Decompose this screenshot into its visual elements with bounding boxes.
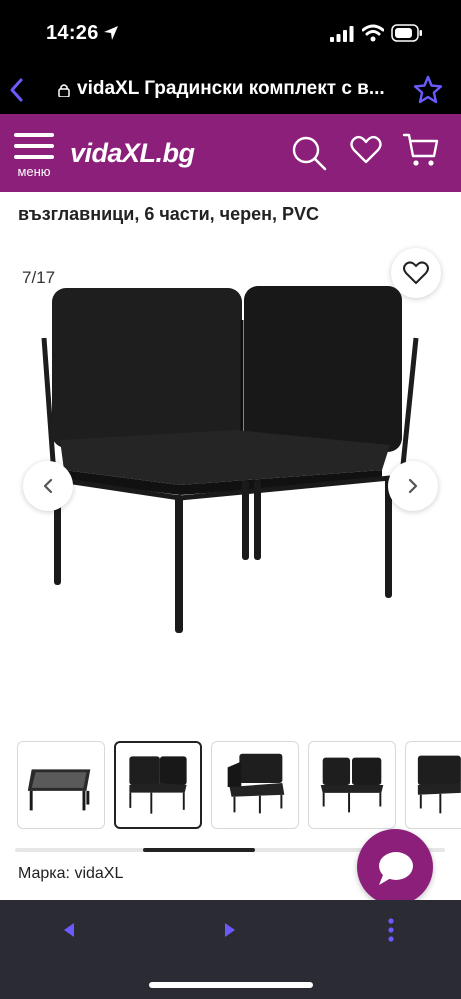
table-thumbnail-image: [27, 769, 91, 811]
location-arrow-icon: [104, 26, 118, 40]
chair-side-thumbnail-image: [227, 753, 285, 814]
forward-triangle-icon[interactable]: [223, 921, 237, 939]
wifi-icon: [362, 24, 384, 42]
battery-icon: [391, 24, 422, 42]
chair-partial-thumbnail-image: [417, 755, 461, 814]
thumbnail-corner-chair-back[interactable]: [308, 741, 396, 829]
lock-icon: [58, 84, 70, 97]
site-header: меню vidaXL.bg: [0, 114, 461, 192]
page: 14:26 vidaXL Градински комплект с в... м…: [0, 0, 461, 999]
search-icon[interactable]: [290, 134, 328, 172]
home-indicator: [149, 982, 313, 988]
browser-address-bar: vidaXL Градински комплект с в...: [0, 66, 461, 114]
thumbnail-corner-chair-side[interactable]: [211, 741, 299, 829]
status-time: 14:26: [46, 22, 99, 44]
thumbnail-corner-chair[interactable]: [114, 741, 202, 829]
status-bar: 14:26: [0, 0, 461, 66]
cellular-signal-icon: [330, 26, 354, 42]
back-triangle-icon[interactable]: [62, 921, 76, 939]
chair-back-thumbnail-image: [320, 757, 384, 813]
page-url-title[interactable]: vidaXL Градински комплект с в...: [77, 78, 399, 100]
thumbnail-table[interactable]: [17, 741, 105, 829]
chevron-left-icon: [43, 478, 53, 494]
chat-button[interactable]: [357, 829, 433, 905]
next-image-button[interactable]: [388, 461, 438, 511]
logo-text: vidaXL.bg: [70, 138, 195, 168]
brand-line: Марка: vidaXL: [18, 865, 124, 882]
chevron-right-icon: [408, 478, 418, 494]
chevron-left-icon[interactable]: [6, 76, 28, 104]
previous-image-button[interactable]: [23, 461, 73, 511]
menu-button[interactable]: меню: [12, 130, 56, 186]
menu-label: меню: [17, 164, 51, 179]
chat-bubble-icon: [379, 852, 413, 885]
thumbnail-corner-chair-partial[interactable]: [405, 741, 461, 829]
cart-icon[interactable]: [402, 132, 440, 168]
product-title: възглавници, 6 части, черен, PVC: [18, 204, 320, 224]
more-options-icon[interactable]: [386, 917, 396, 943]
thumbnail-scroll-thumb[interactable]: [143, 848, 255, 852]
vidaxl-logo[interactable]: vidaXL.bg: [70, 134, 195, 176]
hamburger-menu-icon: [14, 133, 54, 159]
product-image-corner-chair: [41, 286, 419, 633]
heart-icon[interactable]: [350, 134, 382, 166]
star-icon[interactable]: [413, 75, 443, 105]
chair-thumbnail-image: [129, 756, 187, 814]
thumbnail-strip[interactable]: [0, 741, 461, 831]
